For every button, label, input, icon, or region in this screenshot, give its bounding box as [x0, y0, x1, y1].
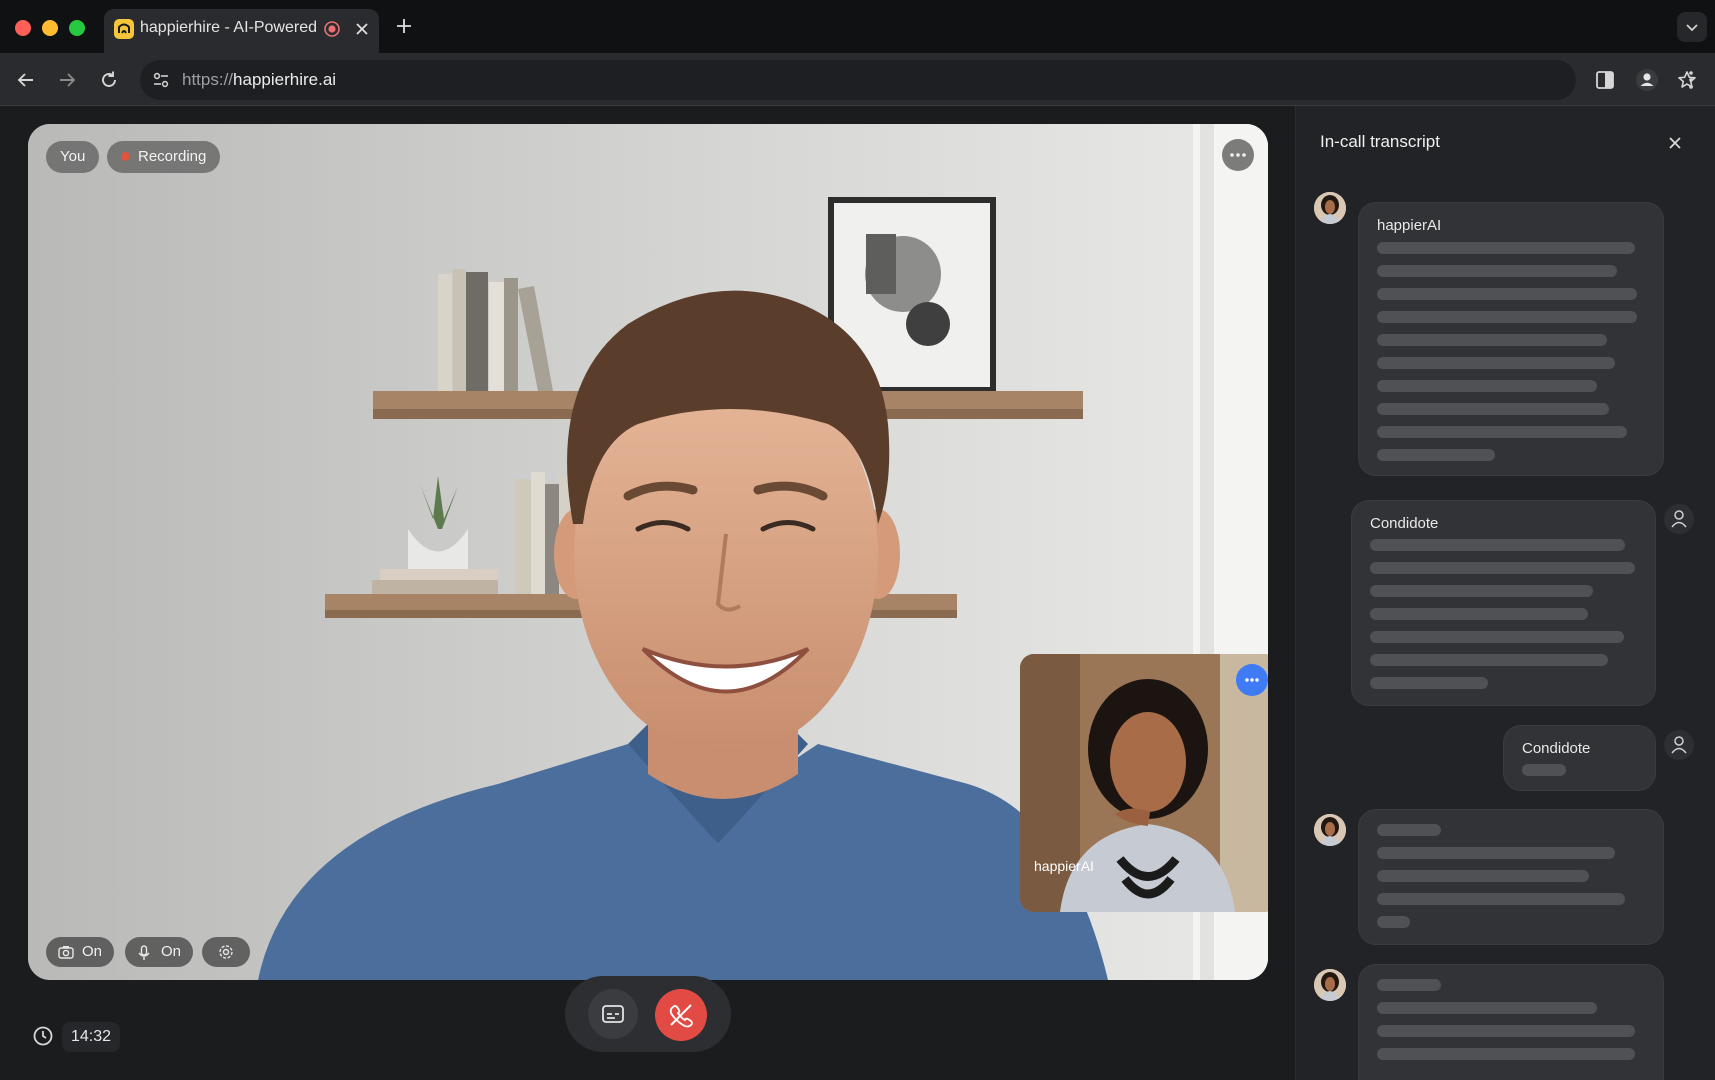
- window-close-button[interactable]: [15, 20, 31, 36]
- url-text: https://happierhire.ai: [182, 70, 336, 90]
- browser-menu-kebab-icon[interactable]: [1678, 67, 1704, 93]
- recording-dot-icon: [121, 151, 130, 161]
- recording-label: Recording: [138, 148, 207, 165]
- camera-toggle-button[interactable]: On: [46, 937, 114, 967]
- forward-arrow-icon[interactable]: [54, 67, 80, 93]
- window-minimize-button[interactable]: [42, 20, 58, 36]
- tab-recording-icon: [323, 20, 341, 38]
- transcript-text-placeholder-line: [1370, 562, 1635, 574]
- main-video-more-icon[interactable]: [1222, 139, 1254, 171]
- self-label-chip: You: [46, 141, 100, 173]
- camera-status-label: On: [82, 943, 103, 960]
- reload-icon[interactable]: [96, 67, 122, 93]
- transcript-text-placeholder-line: [1377, 334, 1607, 346]
- transcript-text-placeholder-line: [1377, 311, 1637, 323]
- transcript-text-placeholder-line: [1370, 585, 1593, 597]
- call-settings-button[interactable]: [202, 937, 250, 967]
- transcript-text-placeholder-line: [1370, 608, 1588, 620]
- window-maximize-button[interactable]: [69, 20, 85, 36]
- call-control-bar: [565, 976, 731, 1052]
- user-icon: [1671, 510, 1687, 528]
- transcript-text-placeholder-line: [1370, 677, 1488, 689]
- transcript-text-placeholder-line: [1377, 916, 1410, 928]
- transcript-text-placeholder-line: [1377, 1025, 1635, 1037]
- ai-avatar: [1314, 814, 1346, 846]
- captions-button[interactable]: [588, 989, 638, 1039]
- transcript-panel-title: In-call transcript: [1320, 132, 1440, 151]
- transcript-message-ai: happierAI: [1358, 202, 1664, 476]
- candidate-avatar: [1664, 504, 1694, 534]
- phone-hangup-icon: [669, 1004, 693, 1028]
- transcript-text-placeholder-line: [1522, 764, 1566, 776]
- new-tab-plus-icon[interactable]: [393, 15, 415, 37]
- tab-strip: happierhire - AI-Powered: [0, 0, 1715, 54]
- site-settings-icon[interactable]: [151, 70, 171, 90]
- transcript-text-placeholder-line: [1377, 1048, 1635, 1060]
- message-speaker-name: Condidote: [1370, 515, 1439, 532]
- transcript-text-placeholder-line: [1377, 426, 1627, 438]
- message-speaker-name: happierAI: [1377, 217, 1442, 234]
- close-icon[interactable]: [1666, 134, 1684, 152]
- transcript-text-placeholder-line: [1377, 265, 1617, 277]
- transcript-message-candidate: Condidote: [1503, 725, 1656, 791]
- transcript-text-placeholder-line: [1377, 288, 1637, 300]
- tab-title: happierhire - AI-Powered: [140, 19, 317, 36]
- address-bar[interactable]: https://happierhire.ai: [140, 60, 1696, 100]
- browser-tab-active[interactable]: happierhire - AI-Powered: [104, 9, 379, 54]
- transcript-text-placeholder-line: [1370, 539, 1625, 551]
- side-panel-icon[interactable]: [1592, 67, 1618, 93]
- transcript-text-placeholder-line: [1377, 979, 1441, 991]
- transcript-text-placeholder-line: [1377, 449, 1495, 461]
- transcript-text-placeholder-line: [1377, 824, 1441, 836]
- transcript-panel: In-call transcript happierAI Condidote C…: [1295, 106, 1715, 1080]
- main-video-feed: You Recording On On happierAI: [28, 124, 1268, 980]
- transcript-text-placeholder-line: [1377, 893, 1625, 905]
- happierhire-favicon-icon: [114, 19, 134, 39]
- end-call-button[interactable]: [655, 989, 707, 1041]
- transcript-text-placeholder-line: [1377, 1002, 1597, 1014]
- back-arrow-icon[interactable]: [13, 67, 39, 93]
- transcript-text-placeholder-line: [1377, 357, 1615, 369]
- pip-more-icon[interactable]: [1236, 664, 1268, 696]
- candidate-avatar: [1664, 730, 1694, 760]
- tab-search-chevron-down-icon[interactable]: [1677, 12, 1707, 42]
- transcript-message-candidate: Condidote: [1351, 500, 1656, 706]
- browser-toolbar: https://happierhire.ai: [0, 54, 1715, 106]
- camera-icon: [58, 946, 74, 959]
- transcript-text-placeholder-line: [1377, 870, 1589, 882]
- url-host: happierhire.ai: [233, 70, 337, 89]
- transcript-text-placeholder-line: [1370, 654, 1608, 666]
- transcript-text-placeholder-line: [1377, 380, 1597, 392]
- microphone-toggle-button[interactable]: On: [125, 937, 193, 967]
- ai-interviewer-pip-video: happierAI: [1020, 654, 1268, 912]
- transcript-text-placeholder-line: [1377, 403, 1609, 415]
- tab-close-icon[interactable]: [352, 19, 372, 39]
- recording-indicator-chip: Recording: [107, 141, 221, 173]
- microphone-icon: [138, 945, 150, 960]
- clock-icon: [32, 1025, 54, 1047]
- transcript-text-placeholder-line: [1370, 631, 1624, 643]
- message-speaker-name: Condidote: [1522, 740, 1591, 757]
- transcript-text-placeholder-line: [1377, 847, 1615, 859]
- pip-participant-name: happierAI: [1034, 858, 1094, 874]
- profile-icon[interactable]: [1634, 67, 1660, 93]
- url-scheme: https://: [182, 70, 234, 89]
- ai-avatar: [1314, 969, 1346, 1001]
- call-page: You Recording On On happierAI 14:32 In-c…: [0, 106, 1715, 1080]
- transcript-message-ai: [1358, 964, 1664, 1080]
- microphone-status-label: On: [161, 943, 182, 960]
- captions-icon: [602, 1005, 624, 1023]
- ai-avatar: [1314, 192, 1346, 224]
- user-icon: [1671, 736, 1687, 754]
- transcript-message-ai: [1358, 809, 1664, 945]
- gear-icon: [219, 945, 233, 959]
- transcript-text-placeholder-line: [1377, 242, 1635, 254]
- call-elapsed-timer: 14:32: [62, 1022, 121, 1052]
- browser-window: happierhire - AI-Powered https://happier…: [0, 0, 1715, 1080]
